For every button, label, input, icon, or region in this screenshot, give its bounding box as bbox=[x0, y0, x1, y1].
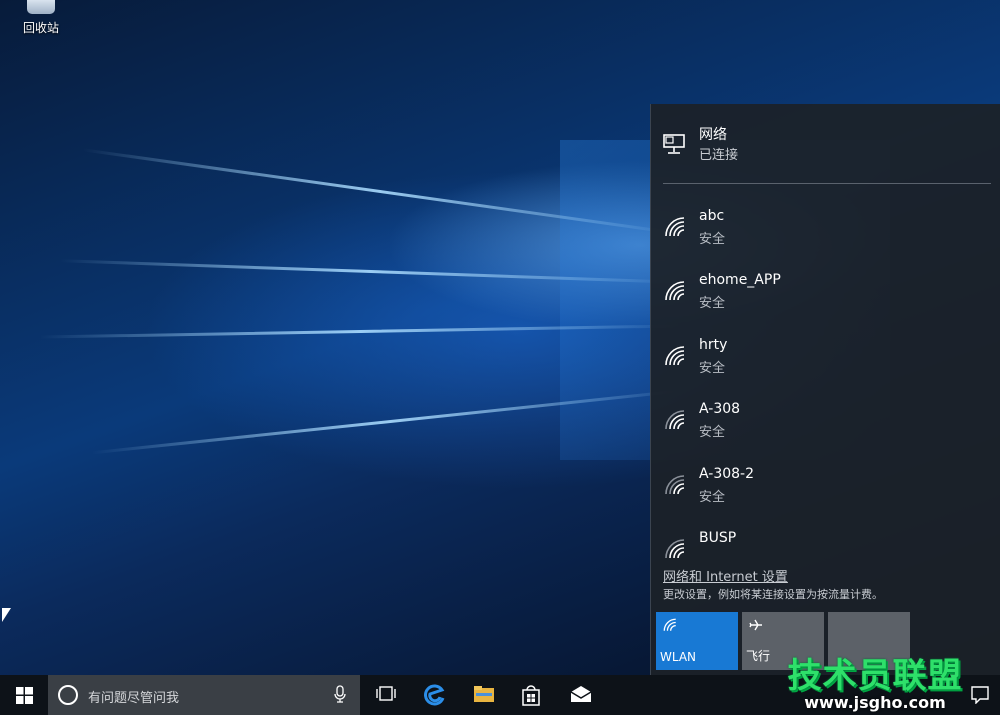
file-explorer-button[interactable] bbox=[459, 675, 507, 715]
wifi-name: A-308-2 bbox=[699, 466, 755, 482]
wlan-tile-label: WLAN bbox=[660, 650, 697, 664]
wifi-signal-icon bbox=[665, 346, 685, 366]
mail-icon bbox=[570, 686, 592, 702]
network-settings-description: 更改设置，例如将某连接设置为按流量计费。 bbox=[663, 588, 883, 601]
ethernet-network-icon bbox=[663, 134, 685, 154]
wifi-security: 安全 bbox=[699, 232, 726, 247]
wifi-security: 安全 bbox=[699, 425, 726, 440]
wifi-name: A-308 bbox=[699, 401, 741, 417]
wifi-name: abc bbox=[699, 208, 725, 224]
windows-start-icon bbox=[16, 687, 33, 704]
network-internet-settings-link[interactable]: 网络和 Internet 设置 bbox=[663, 566, 788, 585]
search-placeholder: 有问题尽管问我 bbox=[88, 691, 180, 706]
network-header[interactable]: 网络 已连接 bbox=[663, 124, 993, 168]
wifi-signal-icon bbox=[665, 217, 685, 237]
recycle-bin-label: 回收站 bbox=[22, 21, 59, 35]
wifi-network-item[interactable]: hrty 安全 bbox=[663, 337, 993, 387]
wifi-security: 安全 bbox=[699, 490, 726, 505]
store-button[interactable] bbox=[507, 675, 555, 715]
network-title: 网络 bbox=[699, 127, 727, 143]
wifi-network-item[interactable]: A-308-2 安全 bbox=[663, 466, 993, 516]
edge-browser-button[interactable] bbox=[410, 675, 458, 715]
wifi-name: hrty bbox=[699, 337, 728, 353]
search-input[interactable]: 有问题尽管问我 bbox=[48, 675, 360, 715]
wifi-name: BUSP bbox=[699, 530, 737, 546]
recycle-bin[interactable]: 回收站 bbox=[14, 0, 68, 36]
wifi-signal-icon bbox=[665, 539, 685, 558]
network-status: 已连接 bbox=[699, 148, 739, 163]
divider bbox=[663, 183, 991, 184]
wifi-security: 安全 bbox=[699, 361, 726, 376]
watermark-brand: 技术员联盟 bbox=[787, 656, 963, 696]
wifi-network-item[interactable]: A-308 安全 bbox=[663, 401, 993, 451]
mail-button[interactable] bbox=[555, 675, 603, 715]
watermark-logo: 技术员联盟 www.jsgho.com bbox=[770, 648, 980, 712]
network-flyout: 网络 已连接 abc 安全 ehome_APP 安全 hrty 安全 A-308… bbox=[650, 104, 1000, 675]
wifi-icon bbox=[663, 618, 676, 631]
recycle-bin-icon bbox=[27, 0, 55, 14]
wifi-signal-icon bbox=[665, 475, 685, 495]
wlan-toggle-tile[interactable]: WLAN bbox=[656, 612, 738, 670]
task-view-icon bbox=[376, 686, 396, 701]
start-button[interactable] bbox=[0, 675, 48, 715]
microphone-icon[interactable] bbox=[334, 685, 346, 703]
cortana-icon bbox=[58, 685, 78, 705]
file-explorer-icon bbox=[474, 686, 494, 702]
wifi-network-item[interactable]: BUSP bbox=[663, 530, 993, 558]
airplane-tile-label: 飞行 bbox=[746, 649, 771, 663]
wifi-network-item[interactable]: ehome_APP 安全 bbox=[663, 272, 993, 322]
edge-icon bbox=[424, 684, 445, 706]
mouse-cursor-icon bbox=[2, 608, 11, 622]
wifi-network-item[interactable]: abc 安全 bbox=[663, 208, 993, 258]
wifi-security: 安全 bbox=[699, 296, 726, 311]
task-view-button[interactable] bbox=[361, 675, 409, 715]
airplane-icon bbox=[749, 619, 762, 631]
wifi-signal-icon bbox=[665, 410, 685, 430]
wifi-name: ehome_APP bbox=[699, 272, 781, 288]
wifi-signal-icon bbox=[665, 281, 685, 301]
store-icon bbox=[522, 685, 540, 706]
